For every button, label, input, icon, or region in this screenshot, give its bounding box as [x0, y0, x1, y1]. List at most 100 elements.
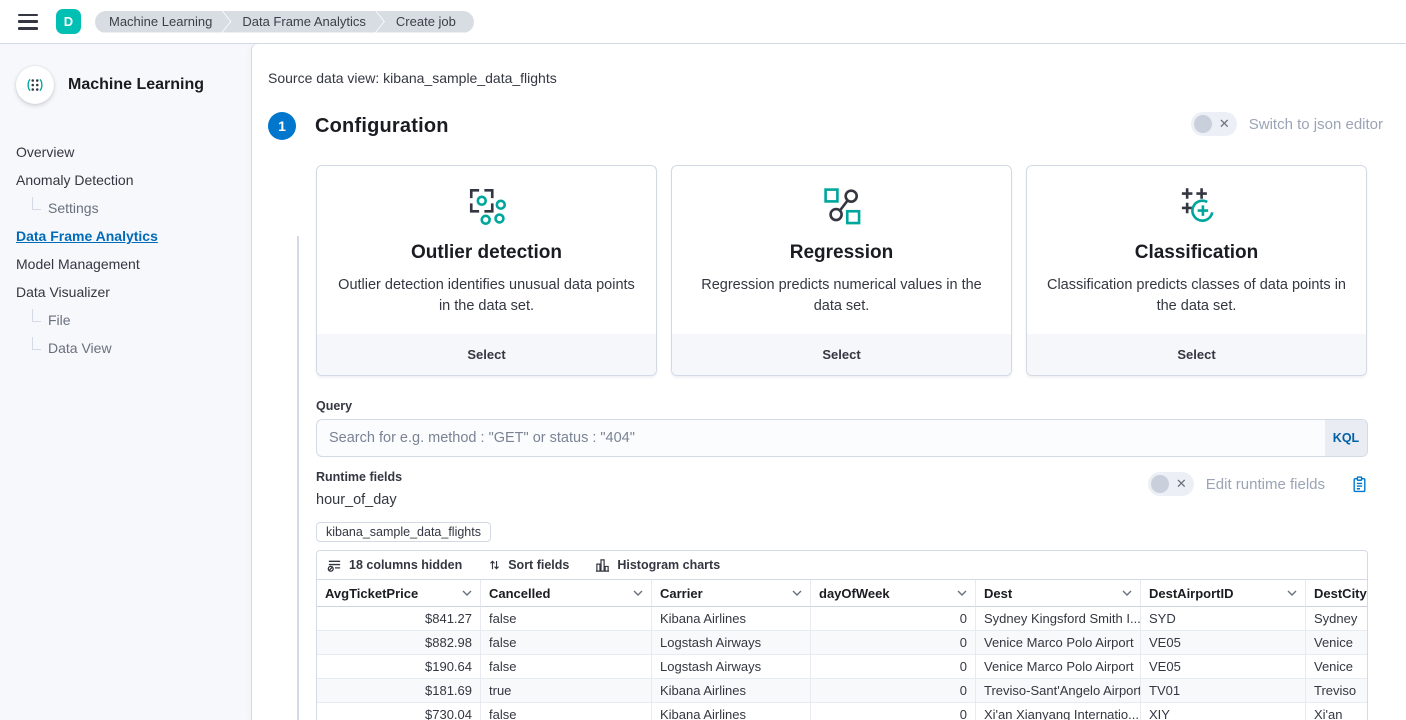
- cell: 0: [811, 631, 976, 655]
- outlier-detection-icon: [466, 183, 508, 229]
- chevron-down-icon: [462, 590, 472, 596]
- cell: $841.27: [317, 607, 481, 631]
- cell: Treviso-Sant'Angelo Airport: [976, 679, 1141, 703]
- classification-icon: [1176, 183, 1218, 229]
- cell: Sydney: [1306, 607, 1367, 631]
- source-data-grid: 18 columns hidden Sort fields: [316, 550, 1368, 720]
- table-row: $730.04 false Kibana Airlines 0 Xi'an Xi…: [317, 703, 1367, 720]
- select-outlier-detection-button[interactable]: Select: [317, 334, 656, 375]
- breadcrumb: Machine Learning Data Frame Analytics Cr…: [95, 11, 474, 33]
- step-connector-line: [297, 236, 299, 720]
- card-outlier-detection[interactable]: Outlier detection Outlier detection iden…: [316, 165, 657, 376]
- breadcrumb-machine-learning[interactable]: Machine Learning: [95, 11, 230, 33]
- sidebar-title: Machine Learning: [68, 76, 204, 94]
- cell: false: [481, 607, 652, 631]
- card-title: Regression: [790, 242, 893, 264]
- card-description: Classification predicts classes of data …: [1044, 275, 1349, 317]
- cell: VE05: [1141, 631, 1306, 655]
- cell: false: [481, 631, 652, 655]
- create-job-page: Source data view: kibana_sample_data_fli…: [252, 44, 1406, 720]
- cell: Sydney Kingsford Smith I...: [976, 607, 1141, 631]
- cell: 0: [811, 655, 976, 679]
- cell: SYD: [1141, 607, 1306, 631]
- top-navigation-bar: D Machine Learning Data Frame Analytics …: [0, 0, 1406, 44]
- select-classification-button[interactable]: Select: [1027, 334, 1366, 375]
- tree-branch-icon: [32, 337, 41, 350]
- column-header-carrier[interactable]: Carrier: [652, 580, 811, 607]
- chevron-down-icon: [633, 590, 643, 596]
- sidebar-item-data-view[interactable]: Data View: [16, 334, 236, 362]
- chevron-down-icon: [957, 590, 967, 596]
- column-header-dest[interactable]: Dest: [976, 580, 1141, 607]
- cell: false: [481, 703, 652, 720]
- copy-clipboard-icon[interactable]: [1351, 476, 1368, 493]
- query-bar: KQL: [316, 419, 1368, 457]
- cell: Venice Marco Polo Airport: [976, 631, 1141, 655]
- column-header-destairportid[interactable]: DestAirportID: [1141, 580, 1306, 607]
- select-regression-button[interactable]: Select: [672, 334, 1011, 375]
- breadcrumb-data-frame-analytics[interactable]: Data Frame Analytics: [222, 11, 384, 33]
- menu-hamburger-icon[interactable]: [18, 14, 38, 30]
- edit-runtime-fields-label: Edit runtime fields: [1206, 476, 1325, 493]
- cell: $882.98: [317, 631, 481, 655]
- histogram-charts-button[interactable]: Histogram charts: [595, 558, 720, 573]
- column-header-dayofweek[interactable]: dayOfWeek: [811, 580, 976, 607]
- grid-toolbar: 18 columns hidden Sort fields: [317, 551, 1367, 579]
- sidebar-item-anomaly-detection[interactable]: Anomaly Detection: [16, 166, 236, 194]
- table-row: $181.69 true Kibana Airlines 0 Treviso-S…: [317, 679, 1367, 703]
- job-type-cards: Outlier detection Outlier detection iden…: [316, 165, 1368, 376]
- sidebar-item-model-management[interactable]: Model Management: [16, 250, 236, 278]
- cell: Xi'an: [1306, 703, 1367, 720]
- card-description: Regression predicts numerical values in …: [689, 275, 994, 317]
- cell: Logstash Airways: [652, 631, 811, 655]
- regression-icon: [821, 183, 863, 229]
- columns-hidden-button[interactable]: 18 columns hidden: [327, 558, 462, 573]
- columns-icon: [327, 558, 342, 573]
- cell: Xi'an Xianyang Internatio...: [976, 703, 1141, 720]
- cell: $190.64: [317, 655, 481, 679]
- column-header-destcityname[interactable]: DestCityN: [1306, 580, 1367, 607]
- cell: 0: [811, 703, 976, 720]
- cell: Kibana Airlines: [652, 703, 811, 720]
- cell: $730.04: [317, 703, 481, 720]
- sidebar-item-data-frame-analytics[interactable]: Data Frame Analytics: [16, 222, 236, 250]
- chevron-down-icon: [1122, 590, 1132, 596]
- cell: 0: [811, 679, 976, 703]
- kql-language-button[interactable]: KQL: [1325, 420, 1367, 456]
- card-regression[interactable]: Regression Regression predicts numerical…: [671, 165, 1012, 376]
- step-number-badge: 1: [268, 112, 296, 140]
- source-data-view-label: Source data view: kibana_sample_data_fli…: [268, 70, 1368, 86]
- sort-fields-button[interactable]: Sort fields: [488, 558, 569, 572]
- breadcrumb-create-job: Create job: [376, 11, 474, 33]
- table-row: $841.27 false Kibana Airlines 0 Sydney K…: [317, 607, 1367, 631]
- sidebar-item-overview[interactable]: Overview: [16, 138, 236, 166]
- cell: Kibana Airlines: [652, 607, 811, 631]
- cell: 0: [811, 607, 976, 631]
- grid-header-row: AvgTicketPrice Cancelled Carrier dayOfWe…: [317, 579, 1367, 607]
- sidebar-item-data-visualizer[interactable]: Data Visualizer: [16, 278, 236, 306]
- query-input[interactable]: [317, 420, 1325, 456]
- sidebar-item-file[interactable]: File: [16, 306, 236, 334]
- cell: false: [481, 655, 652, 679]
- step-title: Configuration: [315, 115, 449, 138]
- card-classification[interactable]: Classification Classification predicts c…: [1026, 165, 1367, 376]
- edit-runtime-fields-toggle[interactable]: ✕: [1148, 472, 1194, 496]
- cell: Logstash Airways: [652, 655, 811, 679]
- tree-branch-icon: [32, 309, 41, 322]
- toggle-off-x-icon: ✕: [1176, 472, 1187, 496]
- chevron-down-icon: [792, 590, 802, 596]
- cell: Treviso: [1306, 679, 1367, 703]
- column-header-cancelled[interactable]: Cancelled: [481, 580, 652, 607]
- card-title: Outlier detection: [411, 242, 562, 264]
- machine-learning-logo-icon: [16, 66, 54, 104]
- cell: true: [481, 679, 652, 703]
- space-avatar[interactable]: D: [56, 9, 81, 34]
- table-row: $882.98 false Logstash Airways 0 Venice …: [317, 631, 1367, 655]
- sidebar-item-settings[interactable]: Settings: [16, 194, 236, 222]
- tree-branch-icon: [32, 197, 41, 210]
- histogram-icon: [595, 558, 610, 573]
- table-row: $190.64 false Logstash Airways 0 Venice …: [317, 655, 1367, 679]
- column-header-avgticketprice[interactable]: AvgTicketPrice: [317, 580, 481, 607]
- cell: TV01: [1141, 679, 1306, 703]
- query-label: Query: [316, 399, 1368, 413]
